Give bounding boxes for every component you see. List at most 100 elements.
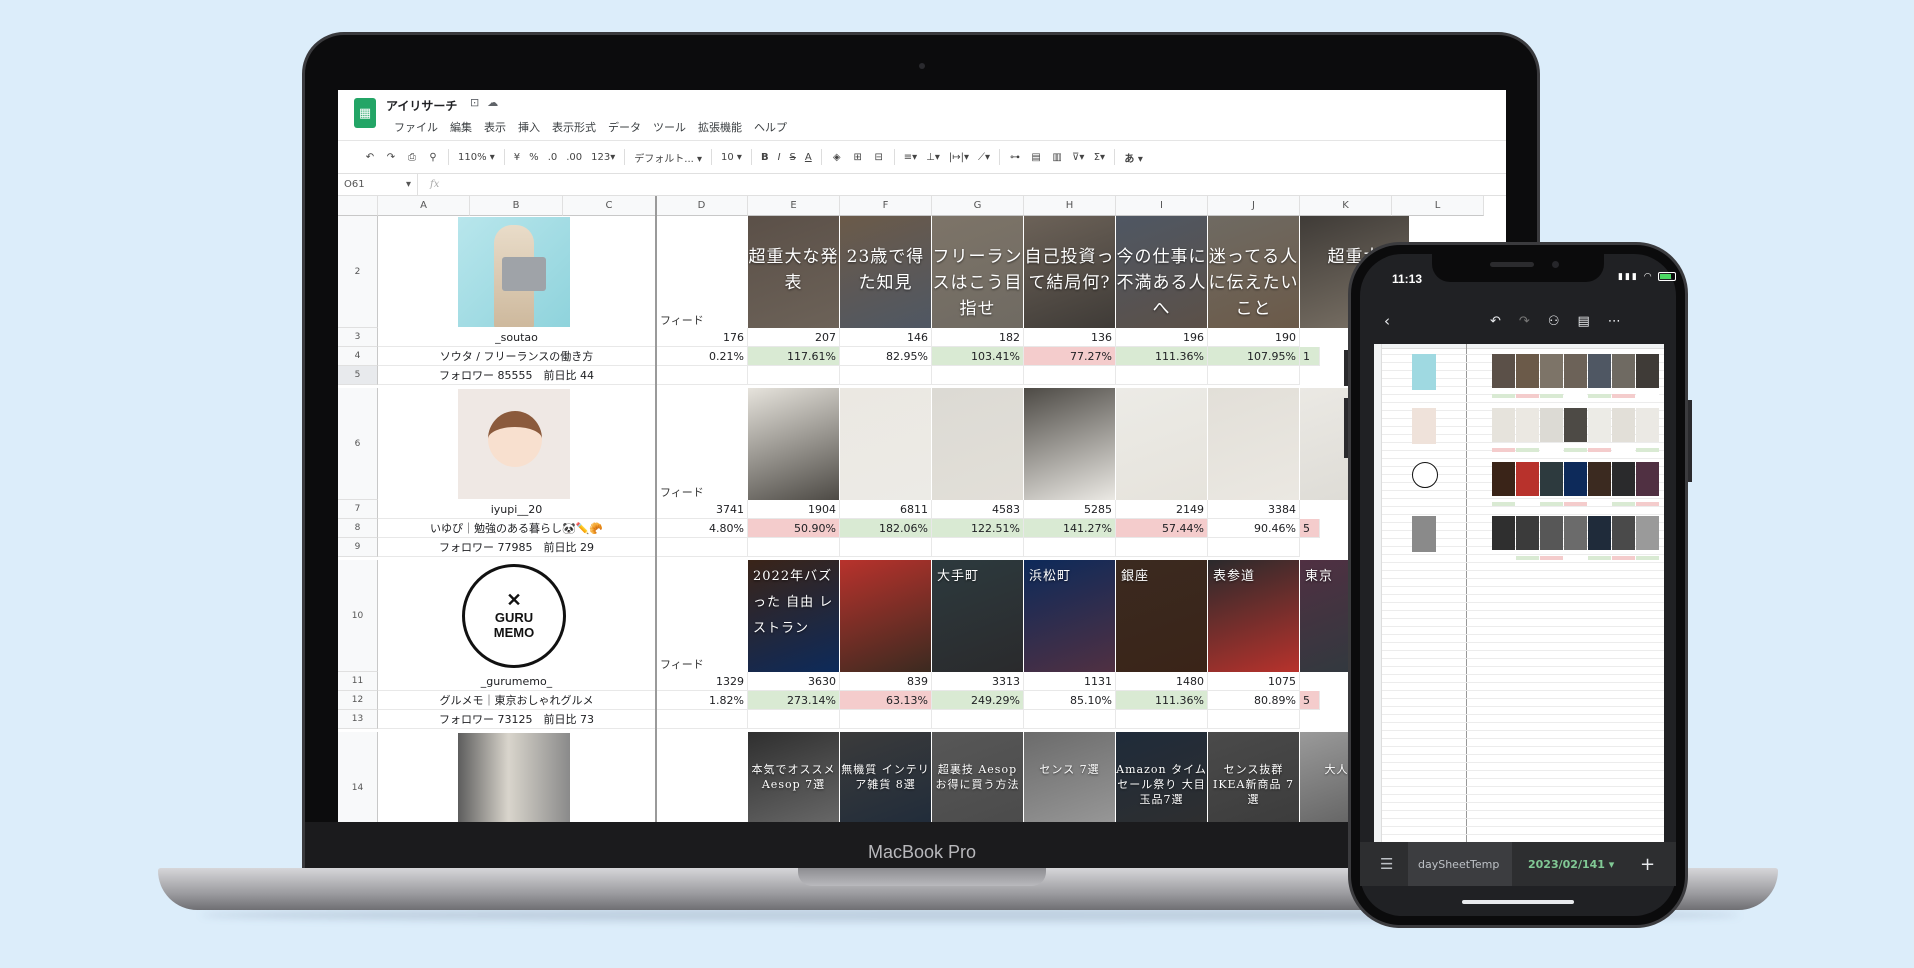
increase-decimal-button[interactable]: .00 <box>566 152 582 163</box>
post-thumbnail[interactable]: 2022年バズった 自由 レストラン <box>748 560 840 672</box>
menu-view[interactable]: 表示 <box>484 119 506 135</box>
move-folder-icon[interactable]: ⊡ <box>470 96 487 109</box>
post-value-cell[interactable]: 182 <box>932 328 1024 347</box>
menu-file[interactable]: ファイル <box>394 119 438 135</box>
post-thumbnail[interactable]: 銀座 <box>1116 560 1208 672</box>
add-sheet-button[interactable]: + <box>1640 854 1655 875</box>
comment-icon[interactable]: ▤ <box>1577 314 1589 329</box>
post-value-cell[interactable]: 2149 <box>1116 500 1208 519</box>
empty-cell[interactable] <box>1116 538 1208 557</box>
borders-icon[interactable]: ⊞ <box>852 152 864 163</box>
empty-cell[interactable] <box>932 710 1024 729</box>
row-header-11[interactable]: 11 <box>338 672 378 691</box>
post-thumbnail[interactable]: 自己投資って結局何? <box>1024 216 1116 328</box>
post-rate-cell-partial[interactable]: 5 <box>1300 519 1320 538</box>
empty-cell[interactable] <box>1116 366 1208 385</box>
undo-icon[interactable]: ↶ <box>1490 314 1501 329</box>
post-rate-cell[interactable]: 90.46% <box>1208 519 1300 538</box>
back-arrow-icon[interactable]: ‹ <box>1384 312 1390 330</box>
input-tools-button[interactable]: あ ▾ <box>1124 150 1143 165</box>
percent-button[interactable]: % <box>529 152 539 163</box>
document-title[interactable]: アイリサーチ <box>386 97 457 114</box>
engagement-rate-cell[interactable]: 0.21% <box>656 347 748 366</box>
empty-cell[interactable] <box>748 538 840 557</box>
column-header-e[interactable]: E <box>748 196 840 216</box>
post-rate-cell[interactable]: 80.89% <box>1208 691 1300 710</box>
merge-cells-icon[interactable]: ⊟ <box>873 152 885 163</box>
row-header-12[interactable]: 12 <box>338 691 378 710</box>
post-thumbnail[interactable]: 表参道 <box>1208 560 1300 672</box>
text-wrap-icon[interactable]: |↦|▾ <box>949 152 969 163</box>
post-value-cell[interactable]: 146 <box>840 328 932 347</box>
column-header-l[interactable]: L <box>1392 196 1484 216</box>
redo-icon[interactable]: ↷ <box>385 152 397 163</box>
post-rate-cell[interactable]: 57.44% <box>1116 519 1208 538</box>
column-header-f[interactable]: F <box>840 196 932 216</box>
post-value-cell[interactable]: 1131 <box>1024 672 1116 691</box>
post-thumbnail[interactable]: 23歳で得た知見 <box>840 216 932 328</box>
post-value-cell[interactable]: 3630 <box>748 672 840 691</box>
follower-count[interactable]: フォロワー 73125 前日比 73 <box>378 710 656 729</box>
menu-edit[interactable]: 編集 <box>450 119 472 135</box>
empty-cell[interactable] <box>748 710 840 729</box>
post-thumbnail[interactable]: センス抜群 IKEA新商品 7選 <box>1208 732 1300 822</box>
engagement-rate-cell[interactable]: 4.80% <box>656 519 748 538</box>
zoom-select[interactable]: 110% ▾ <box>458 152 495 163</box>
column-header-h[interactable]: H <box>1024 196 1116 216</box>
average-value-cell[interactable]: 1329 <box>656 672 748 691</box>
menu-insert[interactable]: 挿入 <box>518 119 540 135</box>
post-thumbnail[interactable] <box>1116 388 1208 500</box>
post-rate-cell[interactable]: 103.41% <box>932 347 1024 366</box>
empty-cell[interactable] <box>748 366 840 385</box>
post-thumbnail[interactable]: 超重大な発表 <box>748 216 840 328</box>
row-header-9[interactable]: 9 <box>338 538 378 557</box>
link-icon[interactable]: ⊶ <box>1009 152 1021 163</box>
name-box[interactable]: O61 ▾ <box>338 174 418 195</box>
post-thumbnail[interactable] <box>840 560 932 672</box>
row-header-5[interactable]: 5 <box>338 366 378 385</box>
functions-icon[interactable]: Σ▾ <box>1093 152 1105 163</box>
row-header-7[interactable]: 7 <box>338 500 378 519</box>
row-header-8[interactable]: 8 <box>338 519 378 538</box>
row-header-6[interactable]: 6 <box>338 388 378 500</box>
post-rate-cell[interactable]: 249.29% <box>932 691 1024 710</box>
empty-cell[interactable] <box>656 710 748 729</box>
post-thumbnail[interactable]: 今の仕事に不満ある人へ <box>1116 216 1208 328</box>
text-rotate-icon[interactable]: ⟋▾ <box>978 152 990 163</box>
post-thumbnail[interactable]: 迷ってる人に伝えたいこと <box>1208 216 1300 328</box>
average-value-cell[interactable]: 3741 <box>656 500 748 519</box>
post-value-cell[interactable]: 5285 <box>1024 500 1116 519</box>
more-icon[interactable]: ⋯ <box>1608 314 1621 329</box>
post-rate-cell[interactable]: 117.61% <box>748 347 840 366</box>
post-rate-cell[interactable]: 77.27% <box>1024 347 1116 366</box>
empty-cell[interactable] <box>1116 710 1208 729</box>
empty-cell[interactable] <box>1024 538 1116 557</box>
post-value-cell[interactable]: 1480 <box>1116 672 1208 691</box>
post-value-cell[interactable]: 6811 <box>840 500 932 519</box>
post-thumbnail[interactable]: センス 7選 <box>1024 732 1116 822</box>
empty-cell[interactable] <box>1024 710 1116 729</box>
post-value-cell[interactable]: 3384 <box>1208 500 1300 519</box>
post-thumbnail[interactable] <box>932 388 1024 500</box>
currency-button[interactable]: ¥ <box>514 152 520 163</box>
post-value-cell[interactable]: 207 <box>748 328 840 347</box>
print-icon[interactable]: ⎙ <box>406 152 418 163</box>
paint-format-icon[interactable]: ⚲ <box>427 152 439 163</box>
empty-cell[interactable] <box>656 366 748 385</box>
post-thumbnail[interactable] <box>1024 388 1116 500</box>
empty-cell[interactable] <box>1208 366 1300 385</box>
post-thumbnail[interactable] <box>1208 388 1300 500</box>
post-rate-cell-partial[interactable]: 5 <box>1300 691 1320 710</box>
account-name[interactable]: いゆぴ︎︎︎︎︎︎︎︎︎︎︎︎︎︎︎︎｜勉強のある暮らし🐼✏️🥐 <box>378 519 656 538</box>
column-header-i[interactable]: I <box>1116 196 1208 216</box>
post-value-cell[interactable]: 1904 <box>748 500 840 519</box>
post-thumbnail[interactable] <box>840 388 932 500</box>
row-header-13[interactable]: 13 <box>338 710 378 729</box>
account-handle[interactable]: _soutao <box>378 328 656 347</box>
column-header-j[interactable]: J <box>1208 196 1300 216</box>
post-value-cell[interactable]: 136 <box>1024 328 1116 347</box>
post-thumbnail[interactable]: 無機質 インテリア雑貨 8選 <box>840 732 932 822</box>
empty-cell[interactable] <box>1024 366 1116 385</box>
account-name[interactable]: グルメモ｜東京おしゃれグルメ <box>378 691 656 710</box>
post-rate-cell[interactable]: 182.06% <box>840 519 932 538</box>
